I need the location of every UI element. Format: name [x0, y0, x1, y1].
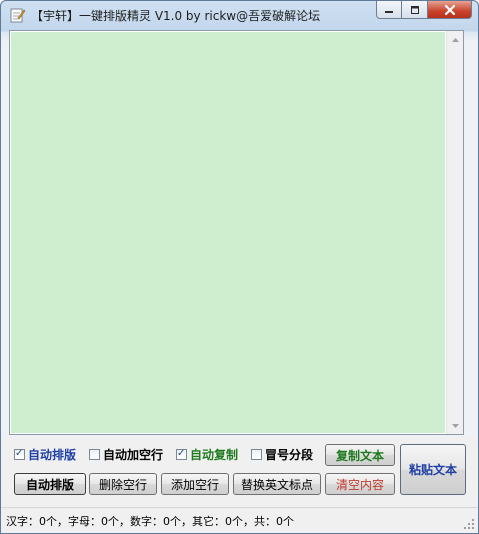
auto-format-checkbox[interactable]: ✓ 自动排版: [14, 446, 76, 462]
window-controls: [376, 1, 472, 21]
auto-copy-checkbox[interactable]: ✓ 自动复制: [176, 446, 238, 462]
status-bar: 汉字：0个，字母：0个，数字：0个，其它：0个，共：0个: [1, 507, 478, 533]
close-icon: [444, 4, 455, 15]
clear-content-button[interactable]: 清空内容: [325, 473, 395, 495]
checkmark-icon: ✓: [177, 447, 186, 459]
delete-blank-lines-button[interactable]: 删除空行: [89, 473, 157, 495]
scroll-up-button[interactable]: [447, 31, 463, 48]
app-window: 【宇轩】一键排版精灵 V1.0 by rickw@吾爱破解论坛 ✓ 自动排版 自…: [0, 0, 479, 534]
resize-grip-icon[interactable]: [464, 519, 475, 530]
colon-paragraph-checkbox[interactable]: 冒号分段: [251, 446, 313, 462]
text-area[interactable]: [11, 32, 445, 433]
scroll-down-button[interactable]: [447, 417, 463, 434]
paste-text-button[interactable]: 粘贴文本: [400, 444, 466, 495]
text-editor[interactable]: [9, 30, 464, 435]
auto-copy-label: 自动复制: [190, 447, 239, 462]
checkmark-icon: ✓: [15, 447, 24, 459]
scroll-up-arrow-icon: [451, 37, 459, 42]
checkbox-box: ✓: [14, 447, 25, 460]
status-text: 汉字：0个，字母：0个，数字：0个，其它：0个，共：0个: [6, 515, 294, 528]
replace-english-punctuation-button[interactable]: 替换英文标点: [233, 473, 321, 495]
minimize-button[interactable]: [376, 1, 402, 19]
checkbox-box: [251, 448, 262, 460]
title-bar[interactable]: 【宇轩】一键排版精灵 V1.0 by rickw@吾爱破解论坛: [1, 1, 478, 30]
checkbox-box: [89, 448, 100, 460]
close-button[interactable]: [428, 1, 472, 19]
maximize-button[interactable]: [402, 1, 428, 19]
auto-add-blank-line-label: 自动加空行: [103, 447, 164, 462]
auto-add-blank-line-checkbox[interactable]: 自动加空行: [89, 446, 163, 462]
auto-format-button[interactable]: 自动排版: [14, 473, 86, 495]
copy-text-button[interactable]: 复制文本: [325, 444, 395, 466]
checkbox-box: ✓: [176, 447, 187, 460]
window-title: 【宇轩】一键排版精灵 V1.0 by rickw@吾爱破解论坛: [31, 9, 321, 23]
vertical-scrollbar[interactable]: [446, 31, 463, 434]
add-blank-lines-button[interactable]: 添加空行: [161, 473, 229, 495]
colon-paragraph-label: 冒号分段: [265, 447, 314, 462]
maximize-icon: [410, 5, 419, 14]
minimize-icon: [385, 10, 393, 13]
scroll-down-arrow-icon: [451, 423, 459, 428]
notepad-app-icon: [10, 8, 25, 23]
auto-format-label: 自动排版: [28, 447, 77, 462]
control-panel: ✓ 自动排版 自动加空行 ✓ 自动复制 冒号分段 复制文本 粘贴文本 自动排版 …: [1, 437, 478, 507]
